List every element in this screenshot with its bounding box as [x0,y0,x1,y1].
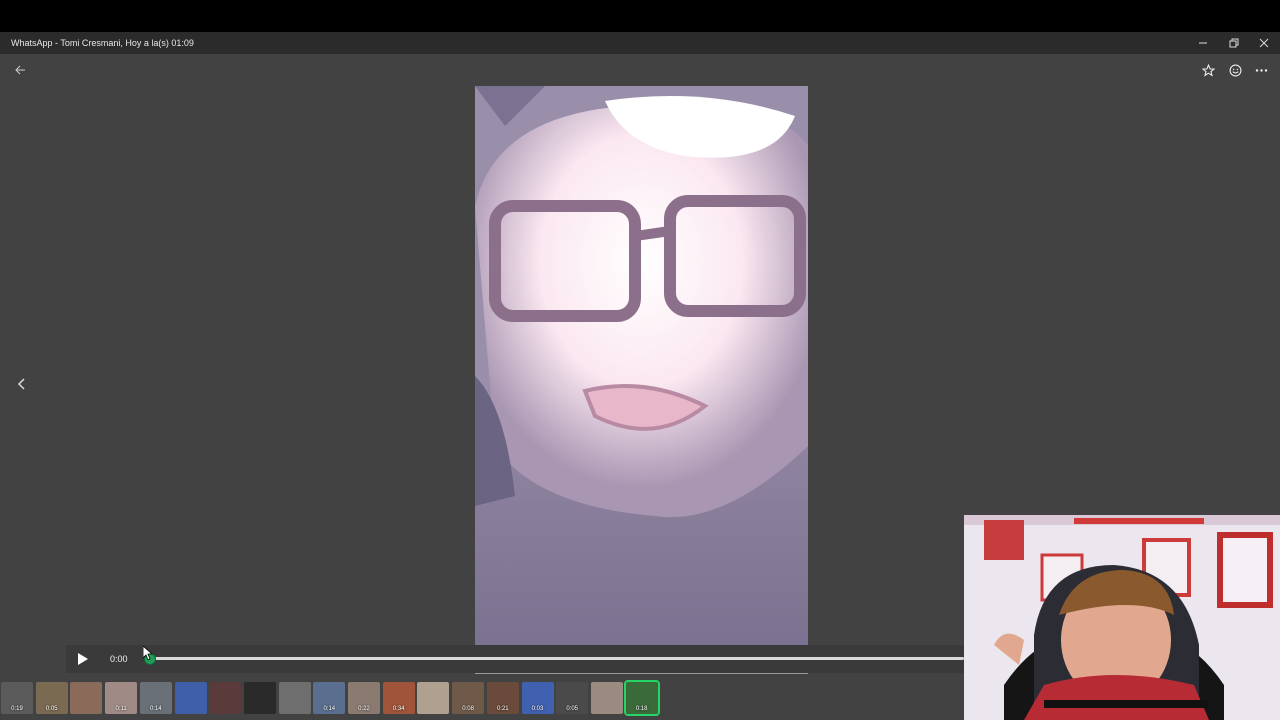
media-thumbnail[interactable]: 0:14 [139,682,172,714]
react-button[interactable] [1225,60,1245,80]
thumbnail-duration: 0:05 [45,706,58,712]
close-icon [1259,38,1269,48]
star-icon [1201,63,1215,77]
media-thumbnail[interactable] [243,682,276,714]
media-thumbnail[interactable]: 0:14 [313,682,346,714]
minimize-button[interactable] [1188,32,1218,54]
previous-media-button[interactable] [12,374,30,394]
seek-bar[interactable] [148,657,964,660]
window-title: WhatsApp - Tomi Cresmani, Hoy a la(s) 01… [11,38,194,48]
media-thumbnail[interactable]: 0:05 [556,682,589,714]
media-thumbnail[interactable]: 0:34 [382,682,415,714]
minimize-icon [1199,42,1207,44]
top-letterbox [0,0,1280,32]
thumbnail-duration: 0:18 [635,706,648,712]
video-frame[interactable] [475,86,808,645]
thumbnail-duration: 0:05 [566,706,579,712]
webcam-overlay [964,515,1280,720]
media-thumbnail[interactable]: 0:11 [105,682,138,714]
media-thumbnail-strip: 0:19 0:05 0:11 0:14 0:14 0:22 0:34 0:08 0:21 0:03… [0,680,660,716]
more-options-button[interactable] [1251,60,1271,80]
back-arrow-icon [15,65,25,75]
thumbnail-duration: 0:14 [323,706,336,712]
media-thumbnail[interactable] [209,682,242,714]
emoji-icon [1229,64,1241,76]
video-content [475,86,808,645]
media-thumbnail[interactable]: 0:21 [486,682,519,714]
thumbnail-duration: 0:14 [149,706,162,712]
thumbnail-duration: 0:21 [496,706,509,712]
media-thumbnail[interactable]: 0:08 [452,682,485,714]
thumbnail-duration: 0:19 [11,706,23,712]
media-thumbnail[interactable]: 0:19 [1,682,33,714]
media-thumbnail[interactable]: 0:18 [623,680,660,716]
chevron-left-icon [17,378,25,390]
media-thumbnail[interactable]: 0:05 [35,682,68,714]
thumbnail-duration: 0:34 [392,706,405,712]
media-thumbnail[interactable] [417,682,450,714]
media-thumbnail[interactable] [590,682,623,714]
media-thumbnail[interactable] [278,682,311,714]
restore-button[interactable] [1219,32,1249,54]
video-controls: 0:00 [66,645,964,673]
thumbnail-duration: 0:22 [358,706,370,712]
play-button[interactable] [74,651,90,667]
webcam-image [964,515,1280,720]
title-bar: WhatsApp - Tomi Cresmani, Hoy a la(s) 01… [0,32,1280,54]
thumbnail-duration: 0:03 [531,706,544,712]
media-thumbnail[interactable]: 0:22 [348,682,380,714]
back-button[interactable] [10,60,30,80]
close-button[interactable] [1249,32,1279,54]
current-time: 0:00 [110,654,128,664]
mouse-cursor-icon [143,646,153,660]
media-thumbnail[interactable]: 0:03 [521,682,554,714]
restore-icon [1229,38,1239,48]
thumbnail-duration: 0:11 [115,706,127,712]
thumbnail-duration: 0:08 [462,706,474,712]
play-icon [78,653,88,665]
more-icon [1255,68,1267,72]
media-thumbnail[interactable] [70,682,103,714]
media-thumbnail[interactable] [174,682,207,714]
star-button[interactable] [1198,60,1218,80]
